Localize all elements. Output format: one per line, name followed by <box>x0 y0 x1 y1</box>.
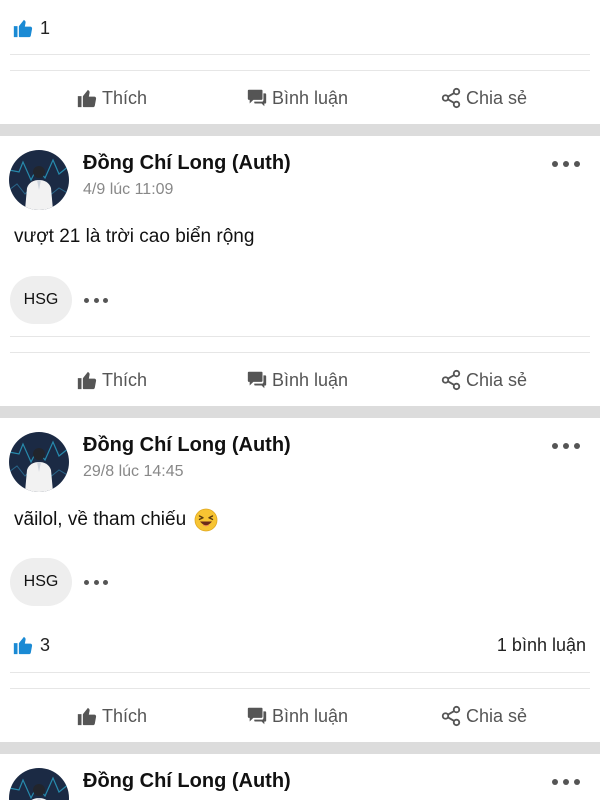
thumbs-up-icon <box>12 17 34 39</box>
post-body: vượt 21 là trời cao biển rộng <box>14 226 255 247</box>
post-actions: Thích Bình luận Chia sẻ <box>0 354 600 406</box>
thumbs-up-icon <box>76 369 98 391</box>
share-label: Chia sẻ <box>466 705 528 726</box>
like-label: Thích <box>102 369 148 390</box>
author-name[interactable]: Đồng Chí Long (Auth) <box>83 434 291 457</box>
like-button[interactable]: Thích <box>76 87 147 109</box>
post-text: vãilol, về tham chiếu <box>14 508 218 532</box>
laughing-face-emoji <box>194 508 218 532</box>
thumbs-up-icon <box>12 634 34 656</box>
like-label: Thích <box>102 87 148 108</box>
stock-tag[interactable]: HSG <box>10 558 72 606</box>
avatar[interactable] <box>9 768 69 800</box>
post-time[interactable]: 29/8 lúc 14:45 <box>83 463 184 481</box>
like-count: 1 <box>40 17 51 38</box>
share-icon <box>440 705 462 727</box>
share-icon <box>440 87 462 109</box>
post-header: Đồng Chí Long (Auth) 29/8 lúc 14:45 <box>0 432 600 502</box>
post-header: Đồng Chí Long (Auth) 4/9 lúc 11:09 <box>0 150 600 220</box>
stock-tag[interactable]: HSG <box>10 276 72 324</box>
comment-button[interactable]: Bình luận <box>246 87 348 109</box>
like-button[interactable]: Thích <box>76 705 147 727</box>
post-actions: Thích Bình luận Chia sẻ <box>0 690 600 742</box>
post-text: vượt 21 là trời cao biển rộng <box>14 226 254 248</box>
reactions-summary[interactable]: 3 1 bình luận <box>0 625 600 665</box>
author-name[interactable]: Đồng Chí Long (Auth) <box>83 152 291 175</box>
more-tags-icon[interactable] <box>84 578 108 586</box>
like-label: Thích <box>102 705 148 726</box>
divider <box>10 54 590 55</box>
comment-icon <box>246 705 268 727</box>
divider <box>10 352 590 353</box>
thumbs-up-icon <box>76 705 98 727</box>
post-separator <box>0 742 600 754</box>
like-count: 3 <box>40 634 51 655</box>
like-button[interactable]: Thích <box>76 369 147 391</box>
avatar[interactable] <box>9 432 69 492</box>
comment-button[interactable]: Bình luận <box>246 369 348 391</box>
post-time[interactable]: 4/9 lúc 11:09 <box>83 181 173 199</box>
comment-label: Bình luận <box>272 705 349 726</box>
author-name[interactable]: Đồng Chí Long (Auth) <box>83 770 291 793</box>
divider <box>10 70 590 71</box>
post-body: vãilol, về tham chiếu <box>14 509 187 530</box>
divider <box>10 688 590 689</box>
avatar[interactable] <box>9 150 69 210</box>
share-button[interactable]: Chia sẻ <box>440 369 527 391</box>
tag-row: HSG <box>10 557 108 607</box>
comment-button[interactable]: Bình luận <box>246 705 348 727</box>
share-icon <box>440 369 462 391</box>
share-label: Chia sẻ <box>466 369 528 390</box>
post-separator <box>0 124 600 136</box>
share-button[interactable]: Chia sẻ <box>440 87 527 109</box>
more-options-icon[interactable] <box>552 776 580 788</box>
comment-count[interactable]: 1 bình luận <box>497 635 586 656</box>
more-options-icon[interactable] <box>552 440 580 452</box>
comment-icon <box>246 87 268 109</box>
comment-label: Bình luận <box>272 87 349 108</box>
post-separator <box>0 406 600 418</box>
post-header: Đồng Chí Long (Auth) <box>0 768 600 800</box>
share-button[interactable]: Chia sẻ <box>440 705 527 727</box>
news-feed: 1 Thích Bình luận Chia sẻ Đồng Chí Long … <box>0 0 600 800</box>
post-actions: Thích Bình luận Chia sẻ <box>0 72 600 124</box>
comment-label: Bình luận <box>272 369 349 390</box>
more-tags-icon[interactable] <box>84 296 108 304</box>
comment-icon <box>246 369 268 391</box>
divider <box>10 336 590 337</box>
share-label: Chia sẻ <box>466 87 528 108</box>
divider <box>10 672 590 673</box>
more-options-icon[interactable] <box>552 158 580 170</box>
reactions-summary[interactable]: 1 <box>0 8 600 48</box>
thumbs-up-icon <box>76 87 98 109</box>
tag-row: HSG <box>10 275 108 325</box>
